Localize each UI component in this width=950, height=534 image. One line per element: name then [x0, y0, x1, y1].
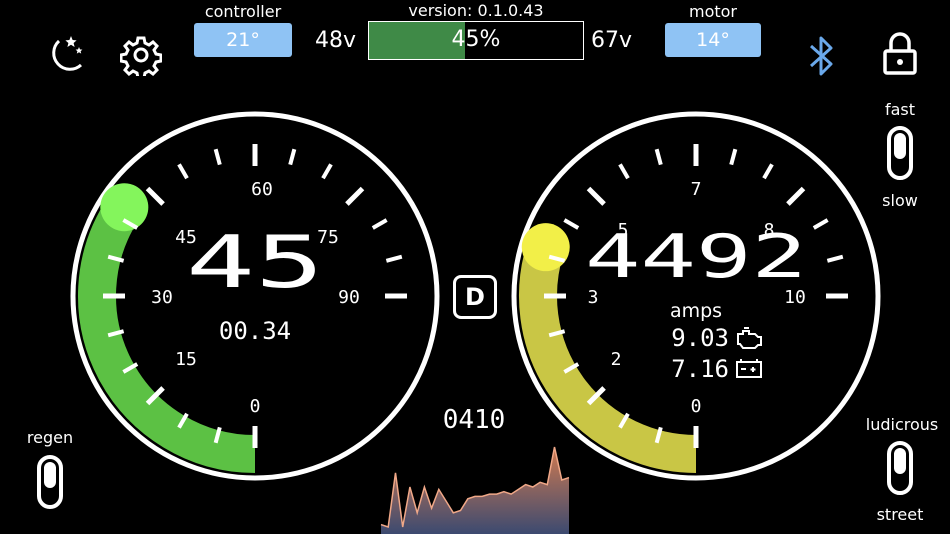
speed-tick	[288, 148, 297, 166]
night-mode-button[interactable]	[40, 32, 86, 78]
toggle-knob	[44, 462, 56, 488]
trip-distance: 00.34	[219, 317, 291, 345]
speed-tick	[371, 218, 388, 230]
speed-mode-toggle[interactable]	[887, 126, 913, 180]
speed-gauge: 0 15 30 45 60 75 90 45 00.34	[70, 111, 440, 481]
voltage-max: 67v	[591, 28, 633, 53]
toggle-knob	[894, 448, 906, 474]
battery-icon	[736, 359, 762, 378]
voltage-min: 48v	[315, 28, 357, 53]
battery-percent: 45%	[451, 27, 501, 52]
speed-value: 45	[186, 220, 324, 304]
speed-tick	[385, 254, 403, 263]
lock-button[interactable]	[878, 30, 922, 78]
power-unit: amps	[670, 300, 722, 322]
power-tick	[654, 148, 663, 166]
speed-tick	[145, 186, 165, 206]
speed-tick-label: 60	[251, 179, 273, 200]
ludicrous-toggle[interactable]	[887, 441, 913, 495]
speed-tick-label: 90	[338, 287, 360, 308]
speed-tick-label: 15	[175, 349, 197, 370]
engine-icon	[737, 327, 762, 349]
power-arc-knob	[521, 223, 570, 272]
version-label: version: 0.1.0.43	[408, 1, 544, 20]
speed-tick-label: 0	[250, 396, 261, 417]
power-tick	[618, 163, 630, 180]
power-tick	[729, 148, 738, 166]
speed-tick	[345, 186, 365, 206]
bluetooth-icon	[809, 36, 833, 76]
drive-mode-button[interactable]: D	[453, 275, 497, 319]
power-value: 4492	[585, 222, 807, 292]
motor-temp: 14°	[665, 23, 761, 57]
power-gauge-ring	[511, 111, 881, 481]
power-tick	[826, 254, 844, 263]
speed-tick	[213, 148, 222, 166]
power-tick-label: 2	[611, 349, 622, 370]
speed-tick	[321, 163, 333, 180]
battery-bar: 45%	[368, 21, 584, 60]
gear-icon	[120, 36, 162, 76]
power-tick	[563, 218, 580, 230]
motor-amps: 9.03	[671, 324, 729, 352]
street-label: street	[876, 505, 924, 524]
power-tick	[812, 218, 829, 230]
regen-toggle[interactable]	[37, 455, 63, 509]
toggle-knob	[894, 133, 906, 159]
lock-icon	[883, 32, 917, 75]
power-gauge: 0 2 3 5 7 8 10 4492 amps 9.03 7.16	[511, 111, 881, 481]
controller-temp: 21°	[194, 23, 292, 57]
controller-label: controller	[204, 2, 282, 21]
power-tick	[786, 186, 806, 206]
speed-tick	[177, 163, 189, 180]
power-tick	[586, 186, 606, 206]
settings-button[interactable]	[118, 32, 164, 78]
speed-arc-knob	[100, 183, 149, 232]
power-tick	[762, 163, 774, 180]
bluetooth-button[interactable]	[802, 32, 842, 80]
power-tick-label: 0	[691, 396, 702, 417]
power-tick-label: 7	[691, 179, 702, 200]
speed-tick-label: 30	[151, 287, 173, 308]
battery-amps: 7.16	[671, 355, 729, 383]
motor-label: motor	[688, 2, 737, 21]
moon-stars-icon	[52, 36, 83, 71]
